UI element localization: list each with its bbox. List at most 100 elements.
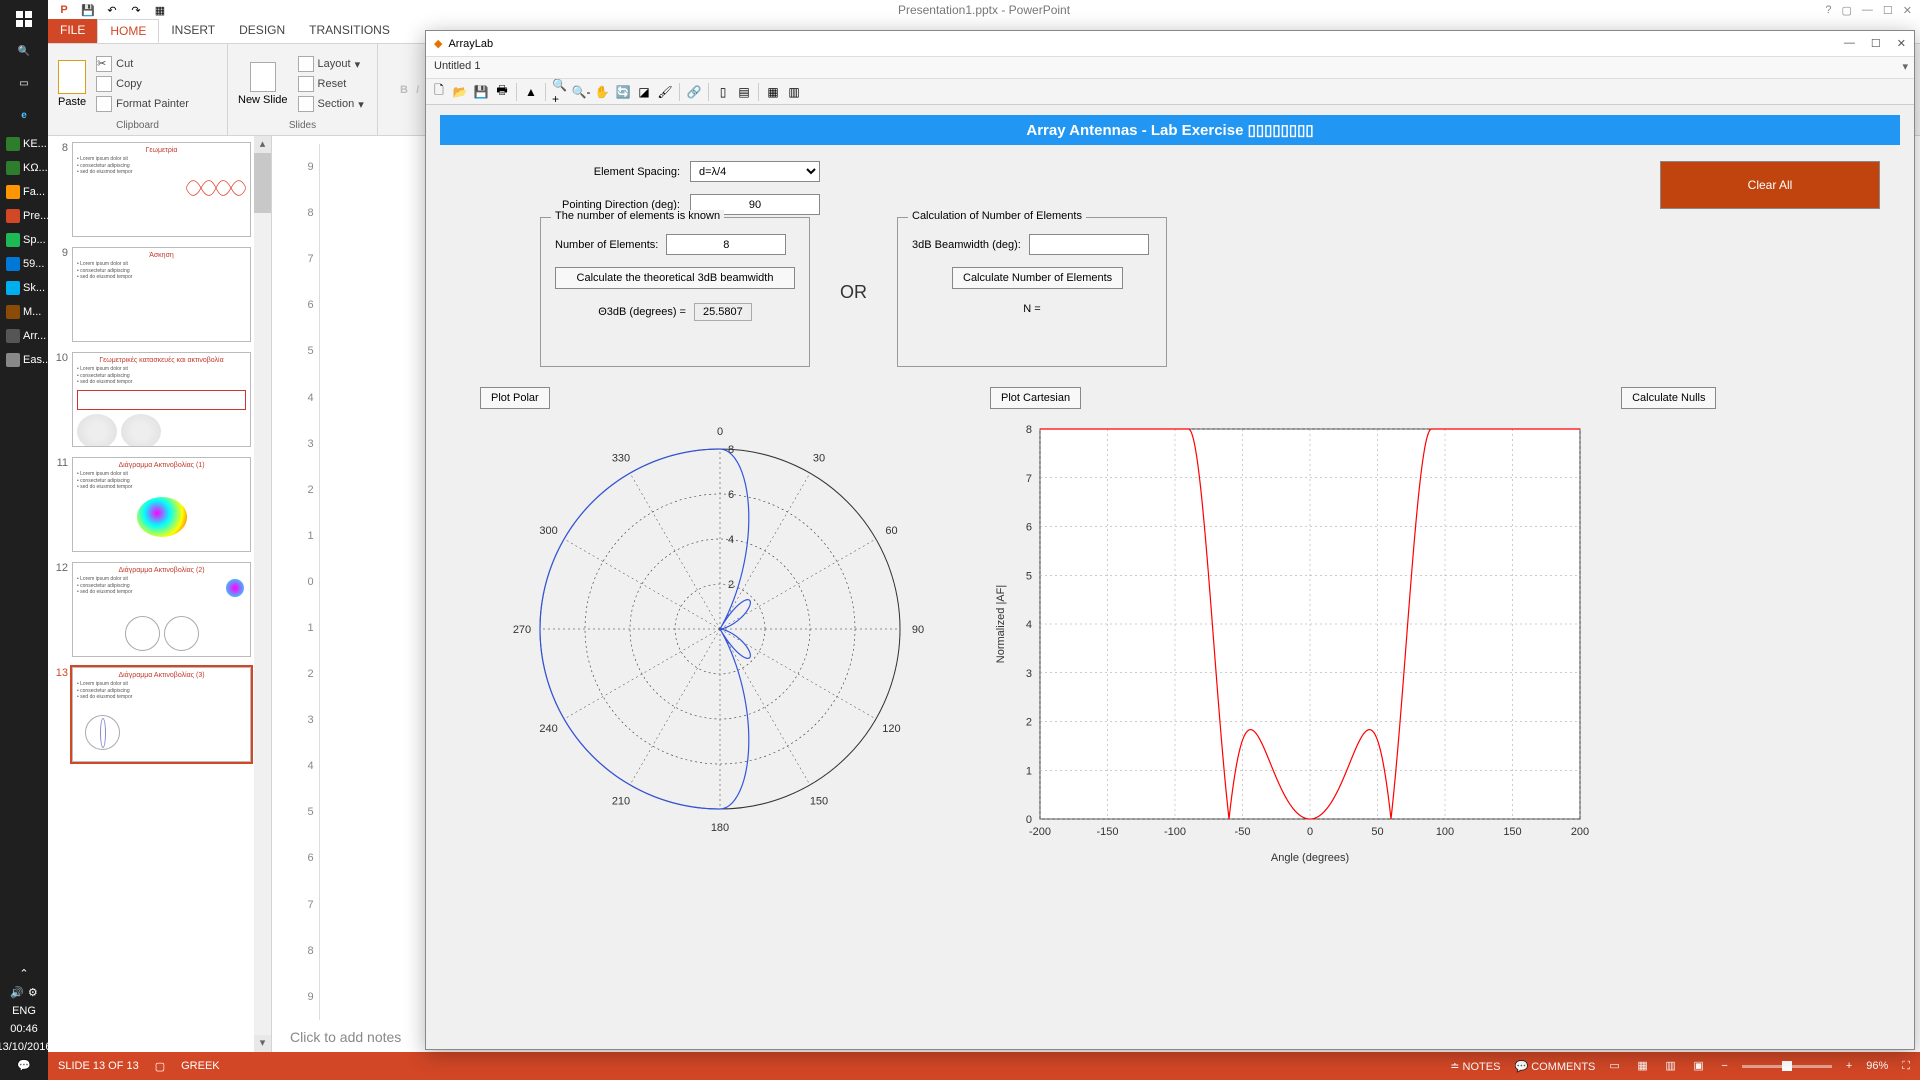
open-icon[interactable]: 📂 <box>451 83 469 101</box>
calc-beamwidth-button[interactable]: Calculate the theoretical 3dB beamwidth <box>555 267 795 289</box>
chevron-down-icon[interactable]: ▾ <box>1902 60 1908 73</box>
scroll-down-icon[interactable]: ▾ <box>254 1035 271 1052</box>
scrollbar-thumb[interactable] <box>254 153 271 213</box>
reset-button[interactable]: Reset <box>296 75 366 93</box>
pointer-icon[interactable]: ▲ <box>522 83 540 101</box>
hide-tools-icon[interactable]: ▦ <box>764 83 782 101</box>
zoom-out-button[interactable]: − <box>1721 1060 1727 1072</box>
close-icon[interactable]: ✕ <box>1897 37 1906 50</box>
power-icon[interactable]: ⚙ <box>28 986 38 999</box>
start-slideshow-icon[interactable]: ▦ <box>152 2 168 18</box>
sorter-view-icon[interactable]: ▦ <box>1637 1059 1651 1073</box>
action-center-icon[interactable]: 💬 <box>17 1059 31 1072</box>
legend-icon[interactable]: ▤ <box>735 83 753 101</box>
search-icon[interactable]: 🔍 <box>2 36 46 66</box>
taskbar-app[interactable]: Pre... <box>2 204 46 228</box>
save-icon[interactable]: 💾 <box>472 83 490 101</box>
task-view-icon[interactable]: ▭ <box>2 68 46 98</box>
maximize-icon[interactable]: ☐ <box>1883 4 1893 17</box>
ribbon-tab-transitions[interactable]: TRANSITIONS <box>297 19 402 43</box>
reading-view-icon[interactable]: ▥ <box>1665 1059 1679 1073</box>
ribbon-tab-file[interactable]: FILE <box>48 19 97 43</box>
reset-icon <box>298 76 314 92</box>
zoom-in-icon[interactable]: 🔍+ <box>551 83 569 101</box>
minimize-icon[interactable]: — <box>1844 37 1855 50</box>
slide-thumbnail[interactable]: Διάγραμμα Ακτινοβολίας (3) • Lorem ipsum… <box>72 667 251 762</box>
colorbar-icon[interactable]: ▯ <box>714 83 732 101</box>
maximize-icon[interactable]: ☐ <box>1871 37 1881 50</box>
zoom-out-icon[interactable]: 🔍- <box>572 83 590 101</box>
taskbar-app[interactable]: M... <box>2 300 46 324</box>
zoom-in-button[interactable]: + <box>1846 1060 1852 1072</box>
format-painter-button[interactable]: Format Painter <box>94 95 191 113</box>
taskbar-app[interactable]: Sk... <box>2 276 46 300</box>
ribbon-tab-home[interactable]: HOME <box>97 19 159 43</box>
italic-button[interactable]: I <box>416 84 419 96</box>
clear-all-button[interactable]: Clear All <box>1660 161 1880 209</box>
start-icon[interactable] <box>2 4 46 34</box>
taskbar-app[interactable]: Fa... <box>2 180 46 204</box>
help-icon[interactable]: ? <box>1825 4 1831 17</box>
volume-icon[interactable]: 🔊 <box>10 986 24 999</box>
num-elements-input[interactable] <box>666 234 786 255</box>
normal-view-icon[interactable]: ▭ <box>1609 1059 1623 1073</box>
datatip-icon[interactable]: ◪ <box>635 83 653 101</box>
zoom-level[interactable]: 96% <box>1866 1060 1888 1072</box>
calc-elements-button[interactable]: Calculate Number of Elements <box>952 267 1123 289</box>
layout-button[interactable]: Layout▾ <box>296 55 366 73</box>
taskbar-app[interactable]: Sp... <box>2 228 46 252</box>
beamwidth-input[interactable] <box>1029 234 1149 255</box>
show-plot-tools-icon[interactable]: ▥ <box>785 83 803 101</box>
slide-thumbnail[interactable]: Γεωμετρικές κατασκευές και ακτινοβολία •… <box>72 352 251 447</box>
zoom-slider[interactable] <box>1742 1065 1832 1068</box>
new-figure-icon[interactable]: 🗋 <box>430 83 448 101</box>
cut-button[interactable]: ✂Cut <box>94 55 191 73</box>
slide-thumbnail[interactable]: Διάγραμμα Ακτινοβολίας (1) • Lorem ipsum… <box>72 457 251 552</box>
slide-thumbnail[interactable]: Άσκηση • Lorem ipsum dolor sit• consecte… <box>72 247 251 342</box>
plot-polar-button[interactable]: Plot Polar <box>480 387 550 409</box>
plot-cartesian-button[interactable]: Plot Cartesian <box>990 387 1081 409</box>
bold-button[interactable]: B <box>400 84 408 96</box>
new-slide-button[interactable]: New Slide <box>236 48 290 120</box>
comments-toggle[interactable]: 💬 COMMENTS <box>1514 1060 1595 1073</box>
language-indicator[interactable]: ENG <box>12 1005 36 1017</box>
taskbar-app[interactable]: Arr... <box>2 324 46 348</box>
fit-window-icon[interactable]: ⛶ <box>1902 1060 1910 1073</box>
svg-text:240: 240 <box>539 723 557 735</box>
slide-thumbnail[interactable]: Διάγραμμα Ακτινοβολίας (2) • Lorem ipsum… <box>72 562 251 657</box>
print-icon[interactable]: 🖶 <box>493 83 511 101</box>
chevron-up-icon[interactable]: ⌃ <box>19 967 28 980</box>
slideshow-view-icon[interactable]: ▣ <box>1693 1059 1707 1073</box>
element-spacing-select[interactable]: d=λ/4 <box>690 161 820 182</box>
ribbon-tab-design[interactable]: DESIGN <box>227 19 297 43</box>
ribbon-options-icon[interactable]: ▢ <box>1842 4 1852 17</box>
thumbnail-scrollbar[interactable]: ▴ ▾ <box>254 136 271 1052</box>
spell-check-icon[interactable]: ▢ <box>155 1060 165 1073</box>
taskbar-app[interactable]: KΩ... <box>2 156 46 180</box>
taskbar-app[interactable]: Eas... <box>2 348 46 372</box>
link-icon[interactable]: 🔗 <box>685 83 703 101</box>
save-icon[interactable]: 💾 <box>80 2 96 18</box>
svg-text:7: 7 <box>1026 473 1032 485</box>
notes-toggle[interactable]: ≐ NOTES <box>1450 1060 1500 1073</box>
scroll-up-icon[interactable]: ▴ <box>254 136 271 153</box>
section-button[interactable]: Section▾ <box>296 95 366 113</box>
redo-icon[interactable]: ↷ <box>128 2 144 18</box>
undo-icon[interactable]: ↶ <box>104 2 120 18</box>
paste-button[interactable]: Paste <box>56 48 88 120</box>
close-icon[interactable]: ✕ <box>1903 4 1912 17</box>
slide-thumbnail[interactable]: Γεωμετρία • Lorem ipsum dolor sit• conse… <box>72 142 251 237</box>
taskbar-app[interactable]: KE... <box>2 132 46 156</box>
group-label-slides: Slides <box>236 120 369 131</box>
ribbon-tab-insert[interactable]: INSERT <box>159 19 227 43</box>
calculate-nulls-button[interactable]: Calculate Nulls <box>1621 387 1716 409</box>
rotate-icon[interactable]: 🔄 <box>614 83 632 101</box>
language-status[interactable]: GREEK <box>181 1060 220 1072</box>
taskbar-app[interactable]: 59... <box>2 252 46 276</box>
copy-button[interactable]: Copy <box>94 75 191 93</box>
edge-icon[interactable]: e <box>2 100 46 130</box>
minimize-icon[interactable]: — <box>1862 4 1873 17</box>
pan-icon[interactable]: ✋ <box>593 83 611 101</box>
clock-time[interactable]: 00:46 <box>10 1023 38 1035</box>
brush-icon[interactable]: 🖌 <box>656 83 674 101</box>
